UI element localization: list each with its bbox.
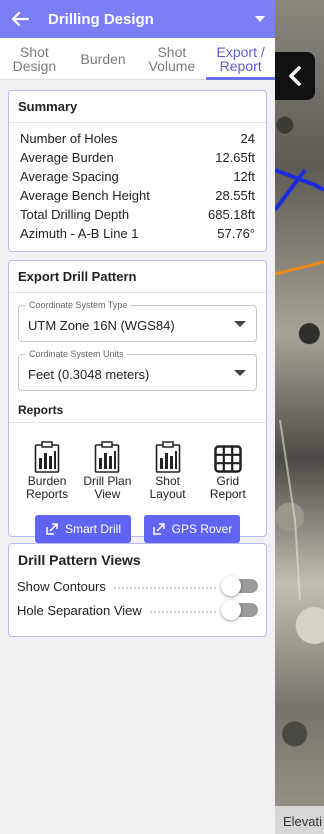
caret-down-icon (255, 16, 265, 22)
field-label: Cordinate System Units (26, 349, 127, 359)
reports-title: Reports (9, 391, 266, 423)
export-card: Export Drill Pattern Coordinate System T… (8, 260, 267, 543)
export-arrow-icon (46, 523, 58, 535)
report-clipboard-icon (34, 441, 60, 473)
hole-separation-toggle[interactable] (221, 600, 258, 620)
elevation-label: Elevati (275, 806, 324, 834)
summary-row: Total Drilling Depth 685.18ft (20, 207, 255, 222)
reports-list: Burden Reports Drill Plan View Shot Layo… (9, 423, 266, 501)
toggle-show-contours-row: Show Contours (9, 574, 266, 598)
toggle-hole-separation-row: Hole Separation View (9, 598, 266, 622)
map-overlay-lines (275, 168, 324, 601)
coordinate-system-type-select[interactable]: Coordinate System Type UTM Zone 16N (WGS… (18, 300, 257, 342)
summary-row: Average Bench Height 28.55ft (20, 188, 255, 203)
summary-card: Summary Number of Holes 24 Average Burden… (8, 90, 267, 252)
drilling-design-panel: Drilling Design Shot Design Burden Shot … (0, 0, 275, 834)
panel-header: Drilling Design (0, 0, 275, 38)
caret-down-icon (234, 321, 246, 327)
summary-row: Number of Holes 24 (20, 131, 255, 146)
summary-row: Azimuth - A-B Line 1 57.76° (20, 226, 255, 241)
tab-shot-design[interactable]: Shot Design (0, 38, 69, 79)
arrow-left-icon (11, 11, 29, 27)
chevron-left-icon (289, 66, 301, 86)
divider (149, 611, 216, 613)
tab-shot-volume[interactable]: Shot Volume (138, 38, 207, 79)
tab-export-report[interactable]: Export / Report (206, 38, 275, 80)
report-clipboard-icon (95, 441, 120, 473)
export-arrow-icon (152, 523, 165, 535)
map-view[interactable] (275, 0, 324, 834)
divider (113, 587, 216, 589)
panel-title: Drilling Design (48, 10, 154, 28)
collapse-panel-button[interactable] (275, 52, 315, 100)
toggle-label: Show Contours (17, 578, 106, 594)
summary-title: Summary (9, 91, 266, 123)
back-button[interactable] (0, 0, 40, 38)
field-value: Feet (0.3048 meters) (28, 367, 150, 382)
field-value: UTM Zone 16N (WGS84) (28, 318, 175, 333)
field-label: Coordinate System Type (26, 300, 131, 310)
coordinate-system-units-select[interactable]: Cordinate System Units Feet (0.3048 mete… (18, 349, 257, 391)
summary-row: Average Burden 12.65ft (20, 150, 255, 165)
caret-down-icon (234, 370, 246, 376)
drill-pattern-views-card: Drill Pattern Views Show Contours Hole S… (8, 543, 267, 637)
report-shot-layout[interactable]: Shot Layout (142, 439, 194, 501)
show-contours-toggle[interactable] (221, 576, 258, 596)
smart-drill-button[interactable]: Smart Drill (35, 515, 131, 543)
grid-icon (214, 445, 242, 473)
panel-menu-button[interactable] (245, 15, 275, 23)
export-title: Export Drill Pattern (9, 261, 266, 293)
tab-bar: Shot Design Burden Shot Volume Export / … (0, 38, 275, 80)
views-title: Drill Pattern Views (18, 552, 141, 568)
summary-row: Average Spacing 12ft (20, 169, 255, 184)
report-burden[interactable]: Burden Reports (21, 439, 73, 501)
toggle-label: Hole Separation View (17, 602, 142, 618)
tab-burden[interactable]: Burden (69, 38, 138, 79)
gps-rover-button[interactable]: GPS Rover (144, 515, 240, 543)
report-drill-plan-view[interactable]: Drill Plan View (81, 439, 133, 501)
report-clipboard-icon (155, 441, 180, 473)
report-grid[interactable]: Grid Report (202, 439, 254, 501)
